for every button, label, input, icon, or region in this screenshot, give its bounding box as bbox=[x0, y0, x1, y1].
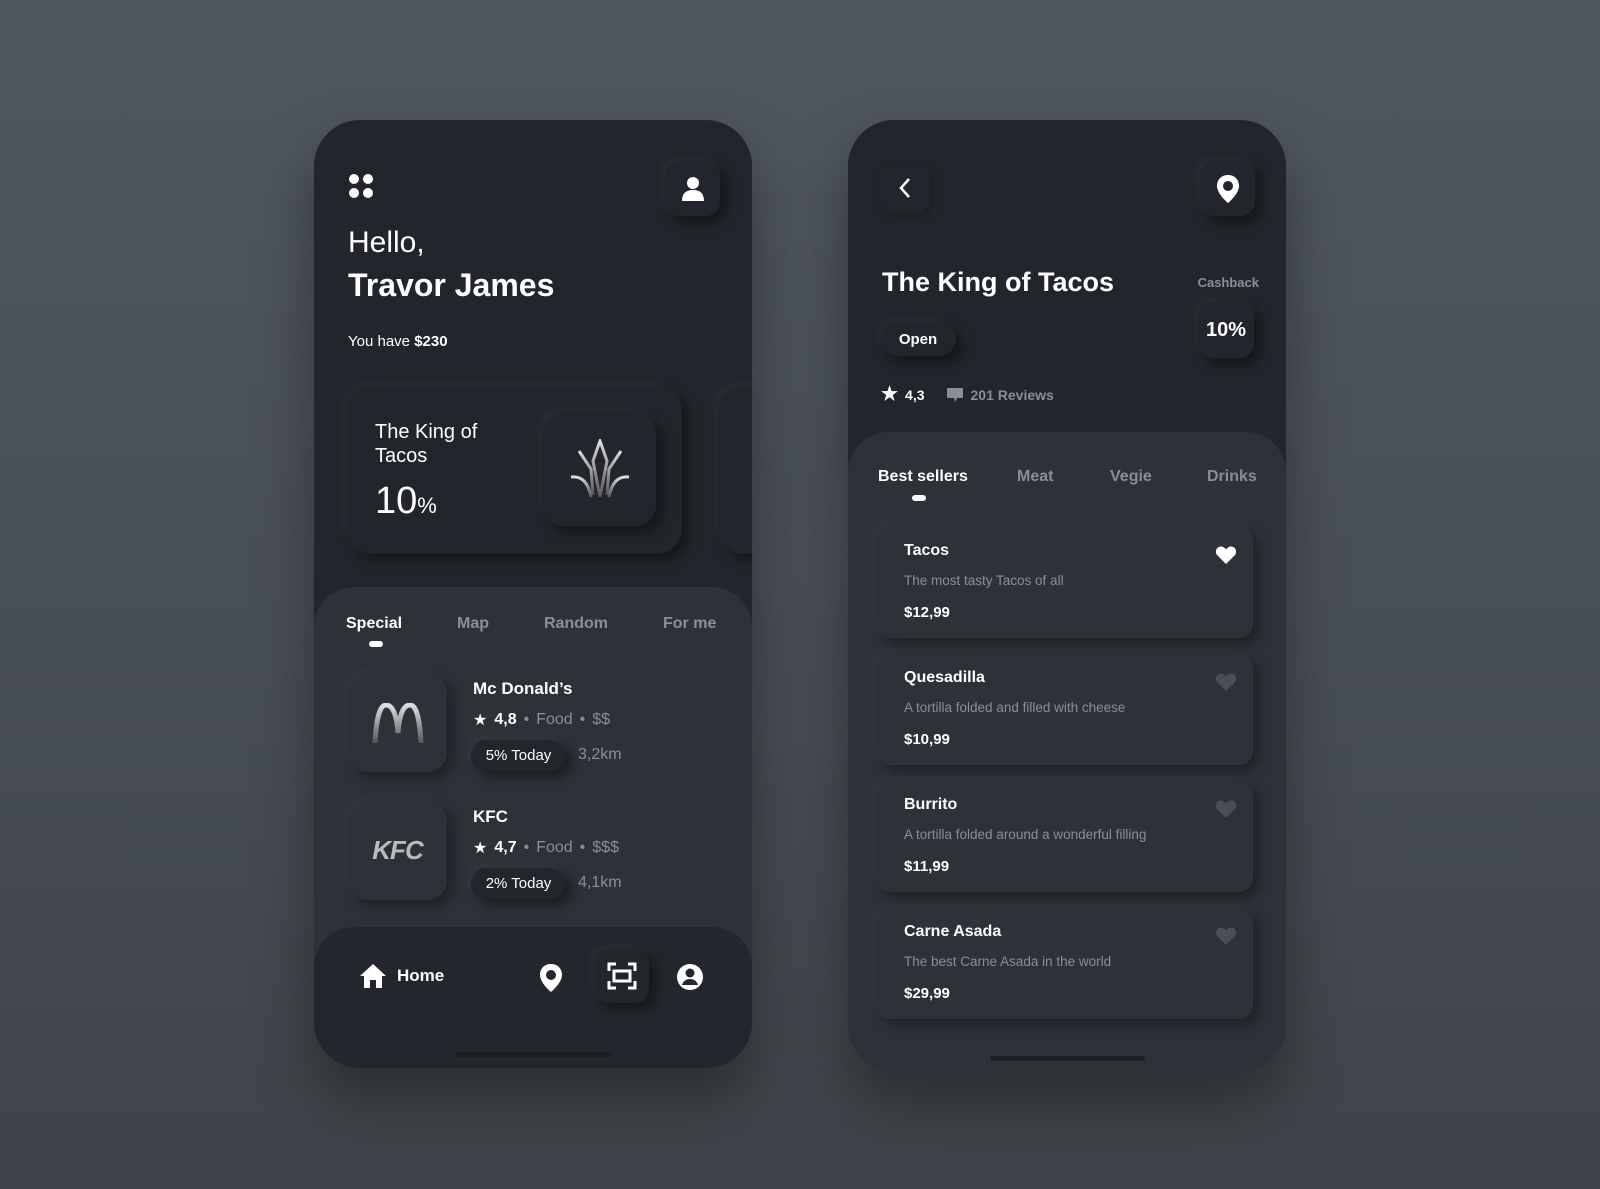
cashback-value: 10% bbox=[1198, 302, 1254, 358]
profile-button[interactable] bbox=[665, 161, 720, 216]
menu-dots-icon[interactable] bbox=[348, 173, 374, 199]
tab-random[interactable]: Random bbox=[544, 615, 608, 633]
balance-value: $230 bbox=[414, 333, 448, 350]
location-pin-icon bbox=[540, 964, 562, 992]
item-price: $11,99 bbox=[904, 858, 950, 875]
item-name: Quesadilla bbox=[904, 669, 985, 686]
featured-discount: 10% bbox=[375, 480, 437, 523]
star-icon: ★ bbox=[473, 840, 488, 857]
favorite-heart-icon[interactable] bbox=[1215, 799, 1237, 824]
item-price: $10,99 bbox=[904, 731, 950, 748]
balance-text: You have $230 bbox=[348, 333, 448, 350]
favorite-heart-icon[interactable] bbox=[1215, 672, 1237, 697]
discount-badge: 5% Today bbox=[471, 740, 566, 771]
restaurant-meta: ★ 4,7 • Food • $$$ bbox=[473, 839, 619, 857]
nav-profile[interactable] bbox=[676, 963, 704, 996]
chevron-left-icon bbox=[899, 178, 910, 198]
bottom-nav: Home bbox=[314, 927, 752, 1068]
featured-unit: % bbox=[417, 493, 437, 518]
nav-scan[interactable] bbox=[595, 949, 649, 1003]
item-name: Tacos bbox=[904, 542, 950, 559]
mcdonalds-logo bbox=[348, 673, 447, 772]
balance-prefix: You have bbox=[348, 333, 411, 350]
tab-meat[interactable]: Meat bbox=[1017, 468, 1053, 486]
distance: 3,2km bbox=[578, 746, 622, 763]
item-name: Carne Asada bbox=[904, 923, 1002, 940]
item-description: A tortilla folded around a wonderful fil… bbox=[904, 827, 1147, 842]
reviews-link[interactable]: 201 Reviews bbox=[971, 387, 1054, 403]
kfc-logo: KFC bbox=[348, 801, 447, 900]
location-pin-icon bbox=[1216, 174, 1239, 203]
agave-logo-icon bbox=[570, 438, 629, 497]
favorite-heart-icon[interactable] bbox=[1215, 926, 1237, 951]
price-level: $$ bbox=[592, 711, 611, 728]
nav-home[interactable]: Home bbox=[359, 963, 444, 989]
back-button[interactable] bbox=[880, 163, 930, 213]
restaurant-item-kfc[interactable]: KFC KFC ★ 4,7 • Food • $$$ 2% Today 4,1km bbox=[314, 801, 752, 901]
tab-drinks[interactable]: Drinks bbox=[1207, 468, 1257, 486]
cashback-label: Cashback bbox=[1197, 275, 1259, 290]
scan-icon bbox=[607, 962, 637, 990]
restaurant-meta: ★ 4,8 • Food • $$ bbox=[473, 711, 611, 729]
featured-name: The King of Tacos bbox=[375, 421, 478, 467]
star-icon: ★ bbox=[881, 384, 899, 405]
profile-circle-icon bbox=[677, 964, 703, 990]
tab-special[interactable]: Special bbox=[346, 615, 402, 633]
featured-card[interactable]: The King of Tacos 10% bbox=[347, 386, 682, 554]
home-icon bbox=[360, 964, 386, 988]
item-price: $12,99 bbox=[904, 604, 950, 621]
tab-for-me[interactable]: For me bbox=[663, 615, 716, 633]
greeting: Hello, bbox=[348, 226, 425, 259]
menu-item-card[interactable]: Tacos The most tasty Tacos of all $12,99 bbox=[877, 527, 1253, 638]
nav-map[interactable] bbox=[539, 963, 563, 998]
featured-value: 10 bbox=[375, 480, 418, 522]
restaurant-detail-screen: The King of Tacos Cashback 10% Open ★ 4,… bbox=[848, 120, 1286, 1071]
item-description: The most tasty Tacos of all bbox=[904, 573, 1064, 588]
restaurant-logo bbox=[543, 413, 656, 526]
restaurant-item-mcdonalds[interactable]: Mc Donald’s ★ 4,8 • Food • $$ 5% Today 3,2km bbox=[314, 673, 752, 773]
comment-icon bbox=[946, 387, 963, 402]
home-indicator bbox=[455, 1052, 612, 1057]
rating: 4,8 bbox=[494, 711, 517, 728]
mcdonalds-arches-icon bbox=[372, 702, 423, 743]
item-description: A tortilla folded and filled with cheese bbox=[904, 700, 1126, 715]
active-tab-indicator bbox=[912, 495, 926, 501]
favorite-heart-icon[interactable] bbox=[1215, 545, 1237, 570]
item-price: $29,99 bbox=[904, 985, 950, 1002]
next-card-peek[interactable] bbox=[718, 386, 752, 554]
restaurant-title: The King of Tacos bbox=[882, 267, 1115, 297]
item-description: The best Carne Asada in the world bbox=[904, 954, 1112, 969]
rating: 4,7 bbox=[494, 839, 517, 856]
distance: 4,1km bbox=[578, 874, 622, 891]
restaurant-name: Mc Donald’s bbox=[473, 679, 573, 698]
kfc-logo-text: KFC bbox=[372, 835, 423, 865]
nav-home-label: Home bbox=[397, 966, 445, 985]
home-indicator bbox=[990, 1056, 1145, 1061]
rating: 4,3 bbox=[905, 386, 925, 403]
menu-item-card[interactable]: Carne Asada The best Carne Asada in the … bbox=[877, 908, 1253, 1019]
category: Food bbox=[536, 839, 573, 856]
category: Food bbox=[536, 711, 573, 728]
menu-item-card[interactable]: Quesadilla A tortilla folded and filled … bbox=[877, 654, 1253, 765]
user-icon bbox=[681, 176, 704, 201]
active-tab-indicator bbox=[369, 641, 383, 647]
discount-badge: 2% Today bbox=[471, 868, 566, 899]
open-status-badge: Open bbox=[880, 322, 956, 356]
tab-best-sellers[interactable]: Best sellers bbox=[878, 468, 968, 486]
home-screen: Hello, Travor James You have $230 The Ki… bbox=[314, 120, 752, 1068]
user-name: Travor James bbox=[348, 267, 555, 303]
price-level: $$$ bbox=[592, 839, 619, 856]
restaurant-name: KFC bbox=[473, 807, 508, 826]
menu-item-card[interactable]: Burrito A tortilla folded around a wonde… bbox=[877, 781, 1253, 892]
tab-vegie[interactable]: Vegie bbox=[1110, 468, 1152, 486]
tab-map[interactable]: Map bbox=[457, 615, 489, 633]
star-icon: ★ bbox=[473, 712, 488, 729]
item-name: Burrito bbox=[904, 796, 958, 813]
rating-row: ★ 4,3 201 Reviews bbox=[881, 383, 1054, 406]
location-button[interactable] bbox=[1200, 161, 1255, 216]
